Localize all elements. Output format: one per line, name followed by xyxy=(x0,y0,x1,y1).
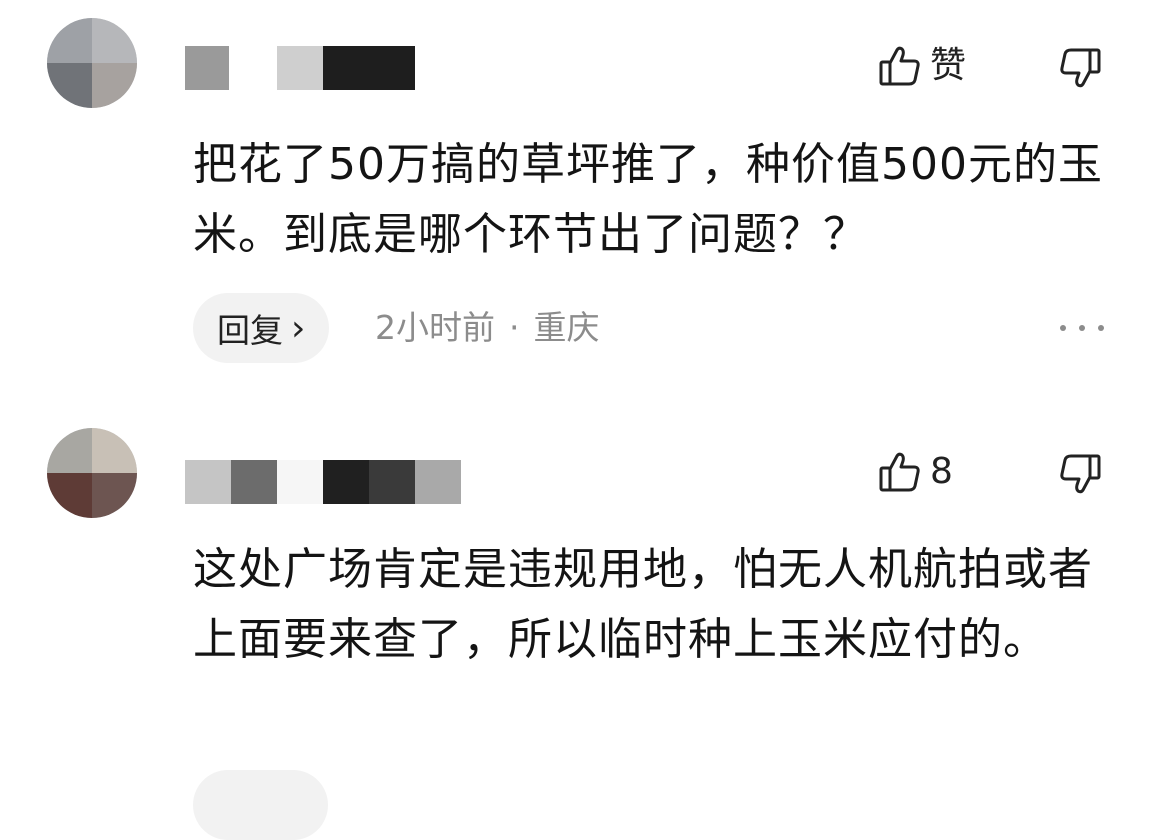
like-button[interactable]: 8 xyxy=(878,450,953,494)
dislike-button[interactable] xyxy=(1058,46,1102,90)
reply-label: 回复 xyxy=(217,311,283,350)
reply-button-partial[interactable] xyxy=(193,770,328,840)
thumbs-up-icon xyxy=(878,450,922,494)
avatar[interactable] xyxy=(47,428,137,518)
username-pixelated[interactable] xyxy=(185,46,415,90)
like-label: 赞 xyxy=(930,45,967,86)
chevron-right-icon: › xyxy=(291,307,306,349)
reply-button[interactable]: 回复 › xyxy=(193,293,330,363)
like-button[interactable]: 赞 xyxy=(878,44,966,88)
dislike-button[interactable] xyxy=(1058,452,1102,496)
comment-meta: 2小时前 · 重庆 xyxy=(375,293,600,363)
thumbs-down-icon xyxy=(1058,452,1102,496)
comment-text: 这处广场肯定是违规用地，怕无人机航拍或者上面要来查了，所以临时种上玉米应付的。 xyxy=(193,544,1093,665)
meta-separator: · xyxy=(509,308,520,347)
more-dots-icon[interactable] xyxy=(1060,308,1104,348)
comment-text: 把花了50万搞的草坪推了，种价值500元的玉米。到底是哪个环节出了问题？？ xyxy=(193,139,1103,260)
timestamp: 2小时前 xyxy=(375,308,495,347)
thumbs-up-icon xyxy=(878,44,922,88)
location: 重庆 xyxy=(533,308,600,347)
avatar[interactable] xyxy=(47,18,137,108)
username-pixelated[interactable] xyxy=(185,460,461,504)
like-count: 8 xyxy=(930,451,953,492)
thumbs-down-icon xyxy=(1058,46,1102,90)
